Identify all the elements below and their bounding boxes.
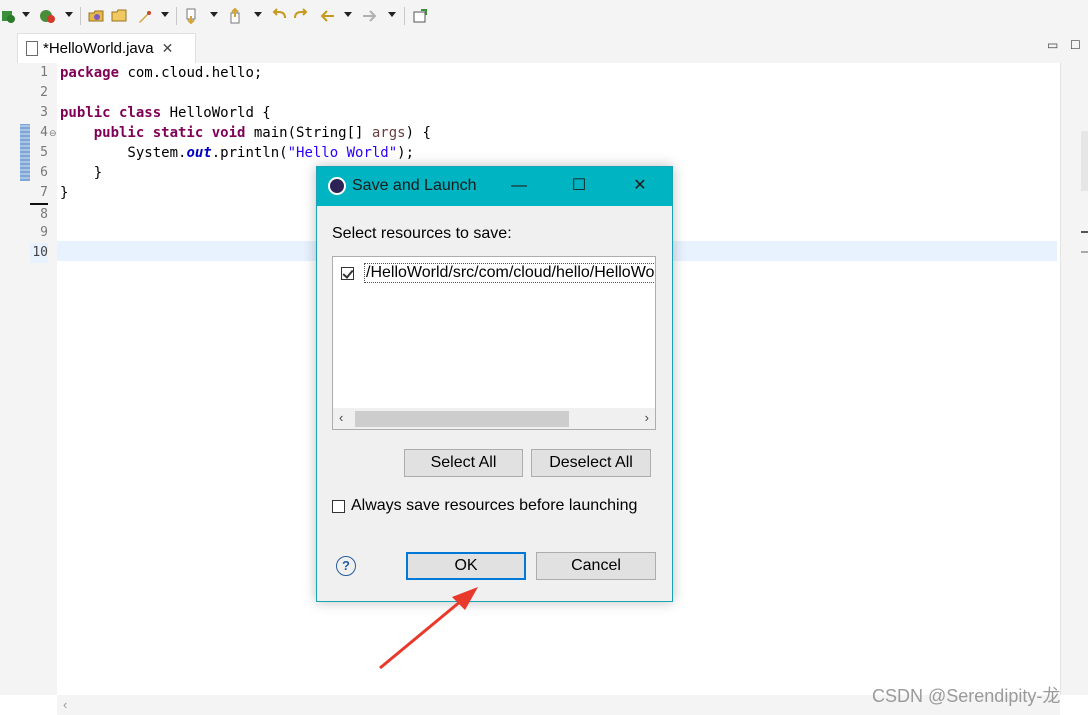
code-line: public static void main(String[] args) { (93, 125, 431, 141)
dialog-title: Save and Launch (352, 177, 477, 194)
resource-path: /HelloWorld/src/com/cloud/hello/HelloWor… (364, 263, 655, 283)
line-number: 7 (40, 185, 48, 200)
code-line: public class HelloWorld { (60, 105, 271, 121)
run-dropdown-icon[interactable] (22, 12, 30, 17)
maximize-icon[interactable]: ☐ (1070, 38, 1081, 52)
run-icon[interactable] (0, 7, 18, 25)
scroll-left-icon[interactable]: ‹ (63, 697, 67, 712)
select-all-button[interactable]: Select All (404, 449, 523, 477)
line-number: 5 (40, 145, 48, 160)
prev-annotation-dropdown-icon[interactable] (254, 12, 262, 17)
line-number: 1 (40, 65, 48, 80)
editor-left-strip (0, 63, 17, 695)
last-edit-forward-icon[interactable] (292, 7, 310, 25)
back-dropdown-icon[interactable] (344, 12, 352, 17)
line-number: 3 (40, 105, 48, 120)
line-number: 9 (40, 225, 48, 240)
forward-icon[interactable] (361, 7, 379, 25)
main-toolbar (0, 0, 1088, 34)
code-line: System.out.println("Hello World"); (60, 145, 415, 161)
annotation-arrow-icon (379, 587, 478, 670)
back-icon[interactable] (318, 7, 336, 25)
always-save-checkbox[interactable] (332, 499, 345, 513)
dialog-title-bar[interactable]: Save and Launch — ☐ ✕ (317, 167, 672, 206)
java-file-icon (26, 41, 38, 56)
ruler-mark (1081, 231, 1088, 233)
close-icon[interactable]: ✕ (162, 40, 174, 57)
folder-icon[interactable] (110, 7, 128, 25)
editor-tab-bar: *HelloWorld.java ✕ ▭ ☐ (0, 33, 1088, 63)
code-line: } (60, 185, 69, 201)
change-indicator (20, 124, 30, 181)
line-number: 8 (30, 203, 48, 225)
scroll-right-icon[interactable]: › (645, 410, 649, 425)
last-edit-back-icon[interactable] (270, 7, 288, 25)
resource-list-horizontal-scrollbar[interactable]: ‹ › (333, 408, 655, 429)
next-annotation-dropdown-icon[interactable] (210, 12, 218, 17)
maximize-icon[interactable]: ☐ (567, 173, 591, 199)
scroll-left-icon[interactable]: ‹ (339, 410, 343, 425)
save-and-launch-dialog: Save and Launch — ☐ ✕ Select resources t… (316, 166, 673, 602)
list-item[interactable]: /HelloWorld/src/com/cloud/hello/HelloWor… (341, 263, 655, 283)
toolbar-separator (80, 7, 81, 25)
dialog-prompt: Select resources to save: (332, 225, 512, 242)
ruler-mark (1081, 131, 1088, 191)
line-number: 2 (40, 85, 48, 100)
minimize-icon[interactable]: — (507, 173, 531, 199)
always-save-label: Always save resources before launching (351, 497, 638, 514)
eclipse-app-icon (328, 177, 346, 195)
line-number: 6 (40, 165, 48, 180)
toolbar-separator (404, 7, 405, 25)
code-line: package com.cloud.hello; (60, 65, 263, 81)
ok-button[interactable]: OK (406, 552, 526, 580)
cancel-button[interactable]: Cancel (536, 552, 656, 580)
deselect-all-button[interactable]: Deselect All (531, 449, 651, 477)
fold-toggle-icon[interactable]: ⊖ (49, 128, 57, 139)
scrollbar-thumb[interactable] (355, 411, 569, 427)
prev-annotation-icon[interactable] (227, 7, 245, 25)
resource-list[interactable]: /HelloWorld/src/com/cloud/hello/HelloWor… (332, 256, 656, 430)
external-tools-dropdown-icon[interactable] (161, 12, 169, 17)
next-annotation-icon[interactable] (183, 7, 201, 25)
line-number: 4 (40, 125, 48, 140)
tab-helloworld-java[interactable]: *HelloWorld.java ✕ (17, 33, 196, 63)
watermark: CSDN @Serendipity-龙 (872, 686, 1061, 706)
overview-ruler (1060, 63, 1088, 695)
open-icon[interactable] (87, 7, 105, 25)
always-save-option[interactable]: Always save resources before launching (332, 497, 637, 515)
debug-icon[interactable] (38, 7, 56, 25)
resource-checkbox[interactable] (341, 266, 354, 280)
code-line: } (60, 165, 103, 181)
line-number-current: 10 (30, 243, 48, 263)
tab-label: *HelloWorld.java (43, 40, 154, 57)
ruler-mark (1081, 251, 1088, 253)
pin-icon[interactable] (411, 7, 429, 25)
forward-dropdown-icon[interactable] (388, 12, 396, 17)
close-icon[interactable]: ✕ (628, 173, 652, 199)
external-tools-icon[interactable] (136, 7, 154, 25)
minimize-icon[interactable]: ▭ (1047, 38, 1058, 52)
toolbar-separator (176, 7, 177, 25)
help-icon[interactable]: ? (336, 556, 356, 576)
debug-dropdown-icon[interactable] (65, 12, 73, 17)
